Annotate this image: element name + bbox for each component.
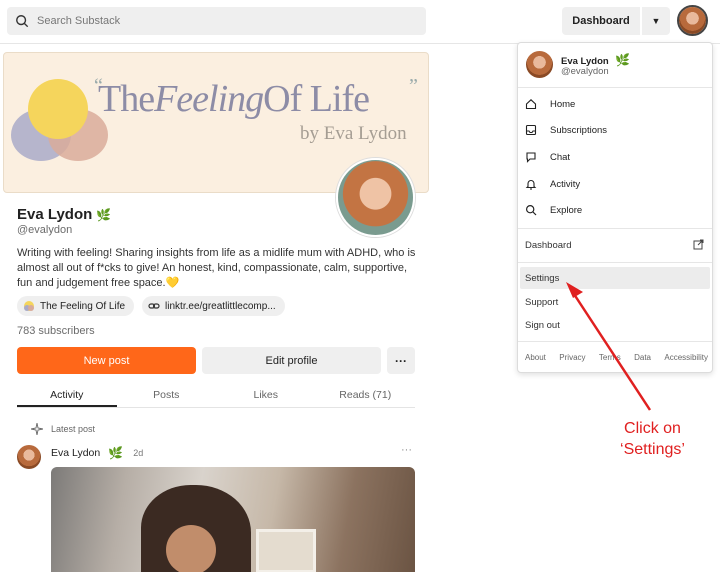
footer-link-privacy[interactable]: Privacy (559, 353, 585, 362)
home-icon (525, 99, 537, 110)
annotation-text: Click on ‘Settings’ (620, 420, 685, 458)
inbox-icon (525, 124, 537, 136)
latest-post-label: Latest post (31, 423, 95, 435)
profile-links: The Feeling Of Life linktr.ee/greatlittl… (17, 296, 285, 316)
search-input[interactable] (37, 15, 397, 27)
menu-user-profile[interactable]: Eva Lydon 🌿 @evalydon (526, 51, 630, 78)
menu-item-settings[interactable]: Settings (525, 273, 559, 284)
leaf-icon: 🌿 (96, 207, 112, 222)
post-author[interactable]: Eva Lydon 🌿 2d (51, 446, 143, 460)
menu-user-handle: @evalydon (561, 66, 609, 77)
footer-link-accessibility[interactable]: Accessibility (664, 353, 708, 362)
menu-item-explore[interactable]: Explore (525, 200, 705, 220)
sun-illustration (28, 79, 88, 139)
search-icon (525, 204, 537, 216)
top-bar: Dashboard ▼ (0, 0, 720, 44)
photo-subject-face (166, 525, 216, 572)
chat-icon (526, 152, 536, 163)
menu-item-subscriptions[interactable]: Subscriptions (525, 120, 705, 140)
picture-frame (256, 529, 316, 572)
menu-item-chat[interactable]: Chat (525, 147, 705, 167)
tab-likes[interactable]: Likes (216, 385, 316, 407)
divider (518, 87, 712, 88)
tab-activity[interactable]: Activity (17, 385, 117, 407)
dashboard-menu-caret[interactable]: ▼ (642, 7, 670, 35)
link-icon (148, 303, 160, 309)
menu-item-support[interactable]: Support (525, 297, 558, 308)
avatar (526, 51, 553, 78)
post-timestamp: 2d (133, 448, 144, 458)
user-menu-dropdown: Eva Lydon 🌿 @evalydon Home Subscriptions… (517, 42, 713, 373)
menu-footer-links: About Privacy Terms Data Accessibility (525, 353, 708, 362)
footer-link-about[interactable]: About (525, 353, 546, 362)
banner-subtitle: by Eva Lydon (300, 123, 407, 144)
more-options-button[interactable]: ··· (387, 347, 415, 374)
menu-item-activity[interactable]: Activity (525, 174, 705, 194)
publication-icon (24, 301, 34, 311)
menu-item-dashboard[interactable]: Dashboard (525, 240, 571, 251)
publication-chip[interactable]: The Feeling Of Life (17, 296, 135, 316)
footer-link-data[interactable]: Data (634, 353, 651, 362)
subscriber-count: 783 subscribers (17, 325, 95, 337)
avatar (679, 7, 706, 34)
profile-avatar[interactable] (336, 158, 415, 237)
footer-link-terms[interactable]: Terms (599, 353, 621, 362)
leaf-icon: 🌿 (108, 446, 124, 460)
edit-profile-button[interactable]: Edit profile (202, 347, 381, 374)
profile-handle: @evalydon (17, 224, 73, 236)
quote-close: ” (409, 75, 418, 97)
profile-tabs: Activity Posts Likes Reads (71) (17, 385, 415, 408)
banner-title: TheFeelingOf Life (98, 78, 370, 120)
divider (518, 228, 712, 229)
dashboard-button[interactable]: Dashboard (562, 7, 640, 35)
menu-item-home[interactable]: Home (525, 94, 705, 114)
tab-posts[interactable]: Posts (117, 385, 217, 407)
search-bar[interactable] (7, 7, 426, 35)
bell-icon (525, 180, 537, 190)
new-post-button[interactable]: New post (17, 347, 196, 374)
profile-bio: Writing with feeling! Sharing insights f… (17, 247, 416, 289)
user-avatar-button[interactable] (677, 5, 708, 36)
divider (518, 341, 712, 342)
external-link-icon (693, 239, 704, 250)
sparkle-icon (31, 423, 43, 435)
search-icon (16, 15, 29, 28)
divider (518, 262, 712, 263)
post-cover-image[interactable] (51, 467, 415, 572)
profile-name: Eva Lydon 🌿 (17, 206, 112, 223)
menu-user-name: Eva Lydon 🌿 (561, 53, 631, 67)
link-chip[interactable]: linktr.ee/greatlittlecomp... (142, 296, 285, 316)
tab-reads[interactable]: Reads (71) (316, 385, 416, 407)
post-more-button[interactable]: ··· (401, 444, 412, 456)
menu-item-sign-out[interactable]: Sign out (525, 320, 560, 331)
post-author-avatar[interactable] (17, 445, 41, 469)
